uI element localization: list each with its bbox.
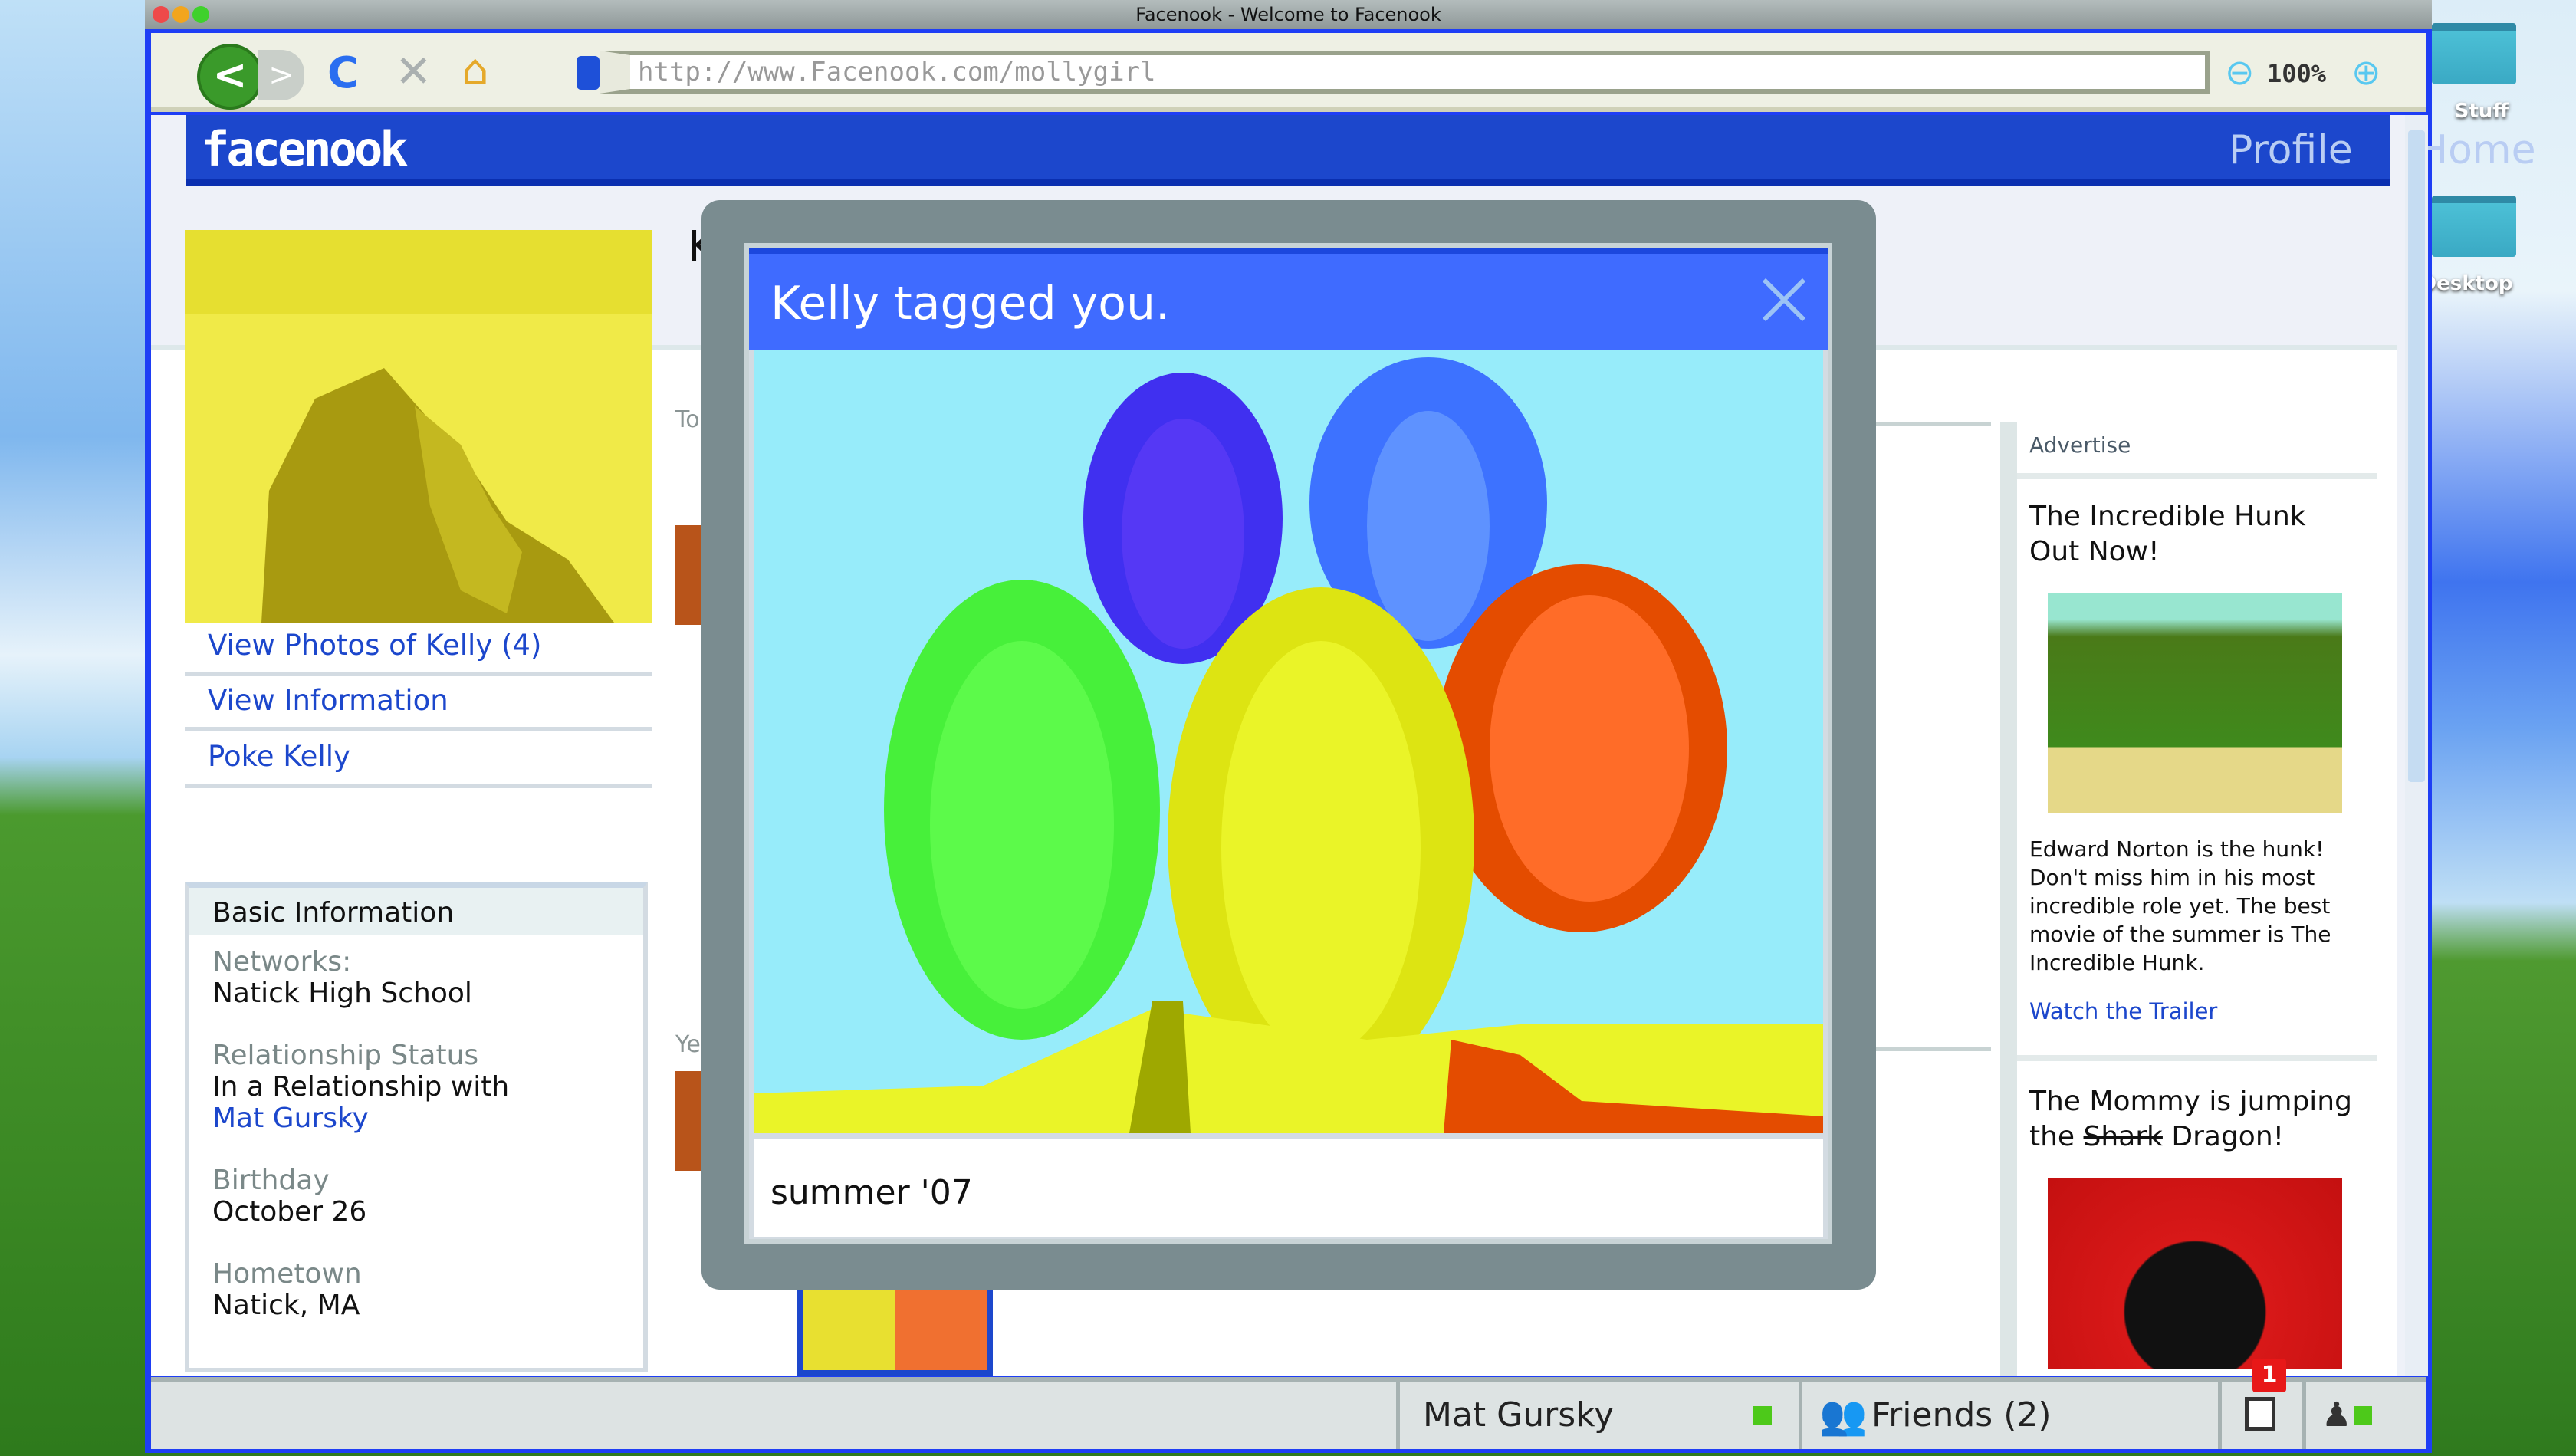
url-input[interactable]: http://www.Facenook.com/mollygirl xyxy=(600,51,2210,94)
ad-body: Edward Norton is the hunk! Don't miss hi… xyxy=(2029,836,2331,975)
notifications-icon xyxy=(2245,1397,2275,1431)
chat-contact-name: Mat Gursky xyxy=(1423,1395,1615,1435)
zoom-out-icon[interactable]: ⊖ xyxy=(2225,51,2255,93)
modal-header: Kelly tagged you. xyxy=(749,248,1828,350)
modal-title: Kelly tagged you. xyxy=(770,277,1171,330)
birthday-value: October 26 xyxy=(212,1196,367,1228)
basic-info-title: Basic Information xyxy=(189,888,643,935)
poke-link[interactable]: Poke Kelly xyxy=(208,740,350,773)
friends-icon: 👥 xyxy=(1819,1393,1868,1438)
ads-column: Advertise The Incredible Hunk Out Now! E… xyxy=(2000,422,2391,1376)
notification-badge: 1 xyxy=(2252,1359,2286,1392)
folder-stuff[interactable]: Stuff xyxy=(2432,23,2547,123)
divider xyxy=(185,672,652,676)
ad-image-dragon[interactable] xyxy=(2048,1178,2342,1369)
maximize-button[interactable] xyxy=(192,6,209,23)
home-icon[interactable]: ⌂ xyxy=(462,45,489,95)
zoom-in-icon[interactable]: ⊕ xyxy=(2351,51,2381,93)
ad-image-hunk[interactable] xyxy=(2048,593,2342,813)
relationship-partner-link[interactable]: Mat Gursky xyxy=(212,1103,643,1134)
ad-title: The Mommy is jumping the Shark Dragon! xyxy=(2017,1061,2385,1155)
scrollbar-thumb[interactable] xyxy=(2408,130,2425,782)
desktop-background-right: Stuff Desktop xyxy=(2420,0,2576,1456)
chat-contact-mat[interactable]: Mat Gursky xyxy=(1396,1382,1795,1449)
hometown-value: Natick, MA xyxy=(212,1290,360,1321)
tagged-photo[interactable] xyxy=(754,350,1823,1133)
photo-caption: summer '07 xyxy=(754,1139,1823,1237)
title-bar: Facenook - Welcome to Facenook xyxy=(145,0,2432,29)
profile-photo[interactable] xyxy=(185,230,652,623)
site-logo[interactable]: facenook xyxy=(201,121,409,177)
window-title: Facenook - Welcome to Facenook xyxy=(1135,4,1441,25)
birthday-label: Birthday xyxy=(212,1165,330,1196)
view-information-link[interactable]: View Information xyxy=(208,684,449,717)
hometown-label: Hometown xyxy=(212,1258,362,1290)
basic-information-panel: Basic Information Networks: Natick High … xyxy=(185,882,648,1372)
profile-photo-image xyxy=(185,230,652,623)
ad-title-part: Dragon! xyxy=(2162,1121,2285,1152)
friends-online-button[interactable]: 👥 Friends (2) xyxy=(1799,1382,2216,1449)
person-icon: ♟ xyxy=(2321,1395,2352,1435)
minimize-button[interactable] xyxy=(172,6,189,23)
back-button[interactable]: < xyxy=(197,44,263,110)
divider xyxy=(2017,473,2377,479)
folder-label: Stuff xyxy=(2454,100,2509,123)
url-text: http://www.Facenook.com/mollygirl xyxy=(638,57,1156,87)
folder-icon xyxy=(2432,23,2516,84)
zoom-level: 100% xyxy=(2267,59,2327,88)
ad-title: The Incredible Hunk Out Now! xyxy=(2029,501,2306,567)
folder-icon xyxy=(2432,196,2516,257)
divider xyxy=(185,727,652,731)
networks-label: Networks: xyxy=(212,946,352,978)
nav-profile[interactable]: Profile xyxy=(2229,127,2353,173)
ad-title-struck: Shark xyxy=(2083,1121,2163,1152)
chat-status-button[interactable]: ♟ xyxy=(2302,1382,2387,1449)
online-status-icon xyxy=(1753,1406,1772,1425)
browser-toolbar: < > C ✕ ⌂ http://www.Facenook.com/mollyg… xyxy=(151,33,2426,112)
relationship-label: Relationship Status xyxy=(212,1040,479,1071)
advertise-heading: Advertise xyxy=(2029,432,2131,458)
forward-button[interactable]: > xyxy=(258,50,304,100)
networks-value: Natick High School xyxy=(212,978,472,1009)
folder-desktop[interactable]: Desktop xyxy=(2420,196,2532,295)
online-status-icon xyxy=(2354,1406,2372,1425)
page-scrollbar[interactable] xyxy=(2405,115,2428,1376)
site-header: facenook Profile Home xyxy=(186,115,2536,186)
close-window-button[interactable] xyxy=(153,6,169,23)
friends-count-label: Friends (2) xyxy=(1871,1395,2052,1435)
divider xyxy=(2017,1055,2377,1061)
stop-icon[interactable]: ✕ xyxy=(395,45,432,97)
photo-tag-modal: Kelly tagged you. summer '07 xyxy=(744,243,1832,1244)
close-icon[interactable] xyxy=(1761,277,1807,323)
relationship-value: In a Relationship with xyxy=(212,1071,510,1103)
page-icon xyxy=(577,56,600,90)
divider xyxy=(185,784,652,788)
desktop-background xyxy=(0,0,145,1456)
refresh-icon[interactable]: C xyxy=(327,48,359,98)
notifications-button[interactable]: 1 xyxy=(2218,1359,2302,1449)
chat-bar: Mat Gursky 👥 Friends (2) 1 ♟ xyxy=(151,1359,2426,1449)
nav-home[interactable]: Home xyxy=(2418,127,2536,173)
watch-trailer-link[interactable]: Watch the Trailer xyxy=(2017,977,2391,1055)
view-photos-link[interactable]: View Photos of Kelly (4) xyxy=(208,629,541,662)
tagged-photo-image xyxy=(754,350,1823,1133)
